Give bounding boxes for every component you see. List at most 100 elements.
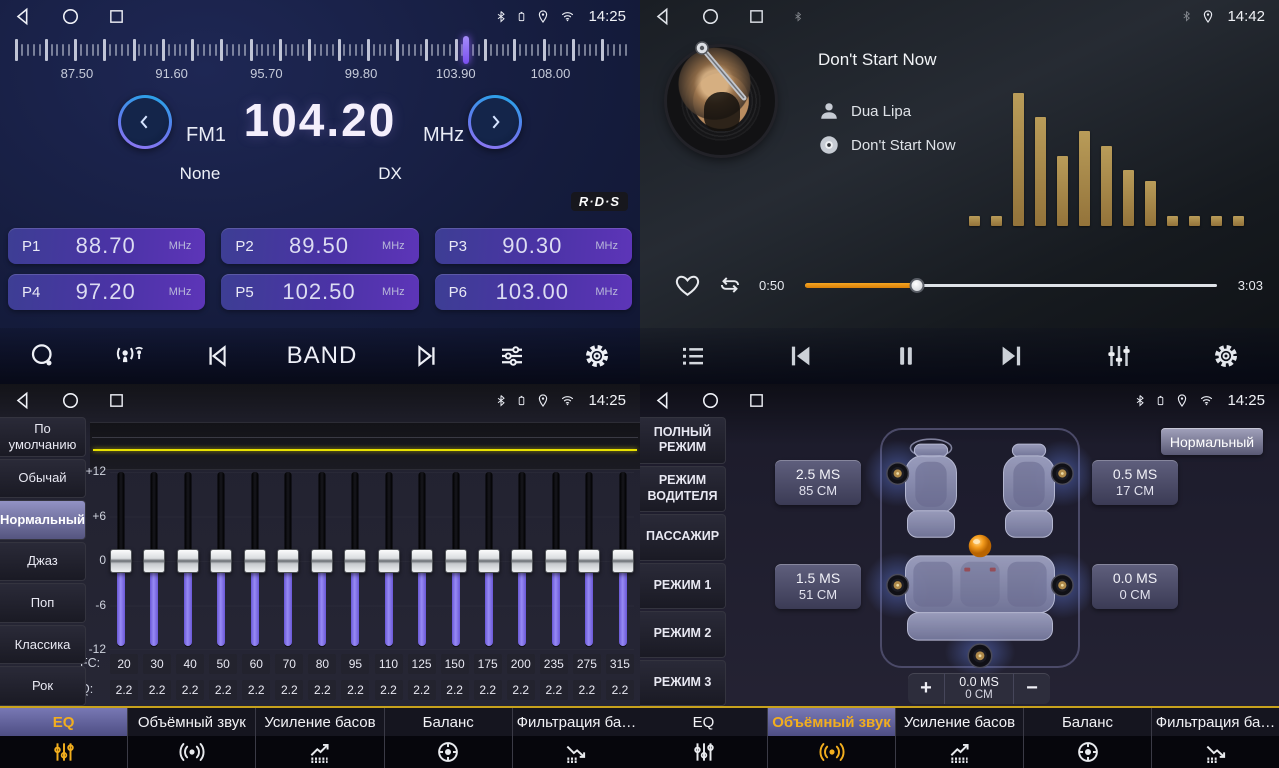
- recents-icon[interactable]: [108, 8, 125, 25]
- eq-band-slider[interactable]: [445, 472, 467, 649]
- eq-band-slider[interactable]: [210, 472, 232, 649]
- surround-preset-button[interactable]: Нормальный: [1161, 428, 1263, 455]
- back-icon[interactable]: [14, 391, 33, 410]
- slider-handle[interactable]: [411, 549, 433, 573]
- seek-next-icon[interactable]: [413, 342, 441, 370]
- favorite-heart-icon[interactable]: [674, 272, 701, 299]
- tune-down-button[interactable]: [118, 95, 172, 149]
- progress-thumb[interactable]: [910, 278, 925, 293]
- eq-band-slider[interactable]: [277, 472, 299, 649]
- surround-mode-item[interactable]: РЕЖИМ 2: [640, 611, 726, 658]
- delay-increase-button[interactable]: +: [908, 673, 944, 704]
- preset-button-5[interactable]: P5102.50MHz: [221, 274, 418, 310]
- preset-button-3[interactable]: P390.30MHz: [435, 228, 632, 264]
- equalizer-settings-icon[interactable]: [497, 341, 527, 371]
- eq-band-slider[interactable]: [478, 472, 500, 649]
- eq-band-slider[interactable]: [311, 472, 333, 649]
- slider-handle[interactable]: [344, 549, 366, 573]
- recents-icon[interactable]: [748, 8, 765, 25]
- back-icon[interactable]: [14, 7, 33, 26]
- slider-handle[interactable]: [277, 549, 299, 573]
- tab-balance-icon-cell[interactable]: [384, 736, 512, 768]
- tab-bass-boost[interactable]: Усиление басов: [255, 708, 383, 736]
- home-icon[interactable]: [701, 391, 720, 410]
- slider-handle[interactable]: [545, 549, 567, 573]
- slider-handle[interactable]: [378, 549, 400, 573]
- tune-up-button[interactable]: [468, 95, 522, 149]
- eq-preset-item[interactable]: Джаз: [0, 542, 86, 582]
- tab-filter[interactable]: Фильтрация ба…: [1151, 708, 1279, 736]
- tab-balance[interactable]: Баланс: [384, 708, 512, 736]
- home-icon[interactable]: [701, 7, 720, 26]
- settings-gear-icon[interactable]: [1211, 341, 1241, 371]
- tab-bass-boost-icon-cell[interactable]: [895, 736, 1023, 768]
- delay-rear-right[interactable]: 0.0 MS 0 CM: [1092, 564, 1178, 609]
- pause-icon[interactable]: [892, 342, 920, 370]
- delay-front-right[interactable]: 0.5 MS 17 CM: [1092, 460, 1178, 505]
- tab-balance-icon-cell[interactable]: [1023, 736, 1151, 768]
- tab-eq[interactable]: EQ: [640, 708, 767, 736]
- eq-band-slider[interactable]: [244, 472, 266, 649]
- home-icon[interactable]: [61, 7, 80, 26]
- eq-band-slider[interactable]: [110, 472, 132, 649]
- eq-preset-item[interactable]: Рок: [0, 666, 86, 706]
- slider-handle[interactable]: [210, 549, 232, 573]
- next-track-icon[interactable]: [997, 341, 1027, 371]
- delay-decrease-button[interactable]: −: [1014, 673, 1050, 704]
- preset-button-6[interactable]: P6103.00MHz: [435, 274, 632, 310]
- slider-handle[interactable]: [177, 549, 199, 573]
- back-icon[interactable]: [654, 391, 673, 410]
- scan-search-icon[interactable]: [28, 341, 58, 371]
- delay-rear-left[interactable]: 1.5 MS 51 CM: [775, 564, 861, 609]
- home-icon[interactable]: [61, 391, 80, 410]
- recents-icon[interactable]: [108, 392, 125, 409]
- preset-button-4[interactable]: P497.20MHz: [8, 274, 205, 310]
- surround-mode-item[interactable]: ПОЛНЫЙ РЕЖИМ: [640, 417, 726, 464]
- preset-button-2[interactable]: P289.50MHz: [221, 228, 418, 264]
- band-button[interactable]: BAND: [287, 342, 358, 370]
- delay-front-left[interactable]: 2.5 MS 85 CM: [775, 460, 861, 505]
- tab-filter-icon-cell[interactable]: [512, 736, 640, 768]
- tab-surround-icon-cell[interactable]: [767, 736, 895, 768]
- eq-preset-item[interactable]: Обычай: [0, 459, 86, 499]
- eq-band-slider[interactable]: [378, 472, 400, 649]
- slider-handle[interactable]: [612, 549, 634, 573]
- tab-eq[interactable]: EQ: [0, 708, 127, 736]
- tab-balance[interactable]: Баланс: [1023, 708, 1151, 736]
- repeat-icon[interactable]: [715, 272, 745, 298]
- surround-mode-item[interactable]: РЕЖИМ 1: [640, 563, 726, 610]
- settings-gear-icon[interactable]: [582, 341, 612, 371]
- back-icon[interactable]: [654, 7, 673, 26]
- eq-band-slider[interactable]: [143, 472, 165, 649]
- eq-band-slider[interactable]: [545, 472, 567, 649]
- seek-previous-icon[interactable]: [203, 342, 231, 370]
- surround-mode-item[interactable]: ПАССАЖИР: [640, 514, 726, 561]
- tab-surround-icon-cell[interactable]: [127, 736, 255, 768]
- tab-surround[interactable]: Объёмный звук: [767, 708, 895, 736]
- slider-handle[interactable]: [311, 549, 333, 573]
- tab-filter[interactable]: Фильтрация ба…: [512, 708, 640, 736]
- eq-band-slider[interactable]: [578, 472, 600, 649]
- slider-handle[interactable]: [143, 549, 165, 573]
- tab-surround[interactable]: Объёмный звук: [127, 708, 255, 736]
- slider-handle[interactable]: [244, 549, 266, 573]
- tab-bass-boost[interactable]: Усиление басов: [895, 708, 1023, 736]
- eq-band-slider[interactable]: [511, 472, 533, 649]
- eq-preset-item[interactable]: По умолчанию: [0, 417, 86, 457]
- progress-bar[interactable]: [805, 278, 1217, 292]
- eq-preset-item[interactable]: Поп: [0, 583, 86, 623]
- previous-track-icon[interactable]: [785, 341, 815, 371]
- surround-mode-item[interactable]: РЕЖИМ ВОДИТЕЛЯ: [640, 466, 726, 513]
- tab-bass-boost-icon-cell[interactable]: [255, 736, 383, 768]
- slider-handle[interactable]: [511, 549, 533, 573]
- slider-handle[interactable]: [110, 549, 132, 573]
- slider-handle[interactable]: [478, 549, 500, 573]
- tab-eq-icon-cell[interactable]: [0, 736, 127, 768]
- tab-eq-icon-cell[interactable]: [640, 736, 767, 768]
- eq-band-slider[interactable]: [344, 472, 366, 649]
- broadcast-icon[interactable]: [113, 341, 147, 371]
- surround-mode-item[interactable]: РЕЖИМ 3: [640, 660, 726, 707]
- eq-band-slider[interactable]: [411, 472, 433, 649]
- tab-filter-icon-cell[interactable]: [1151, 736, 1279, 768]
- mixer-icon[interactable]: [1104, 341, 1134, 371]
